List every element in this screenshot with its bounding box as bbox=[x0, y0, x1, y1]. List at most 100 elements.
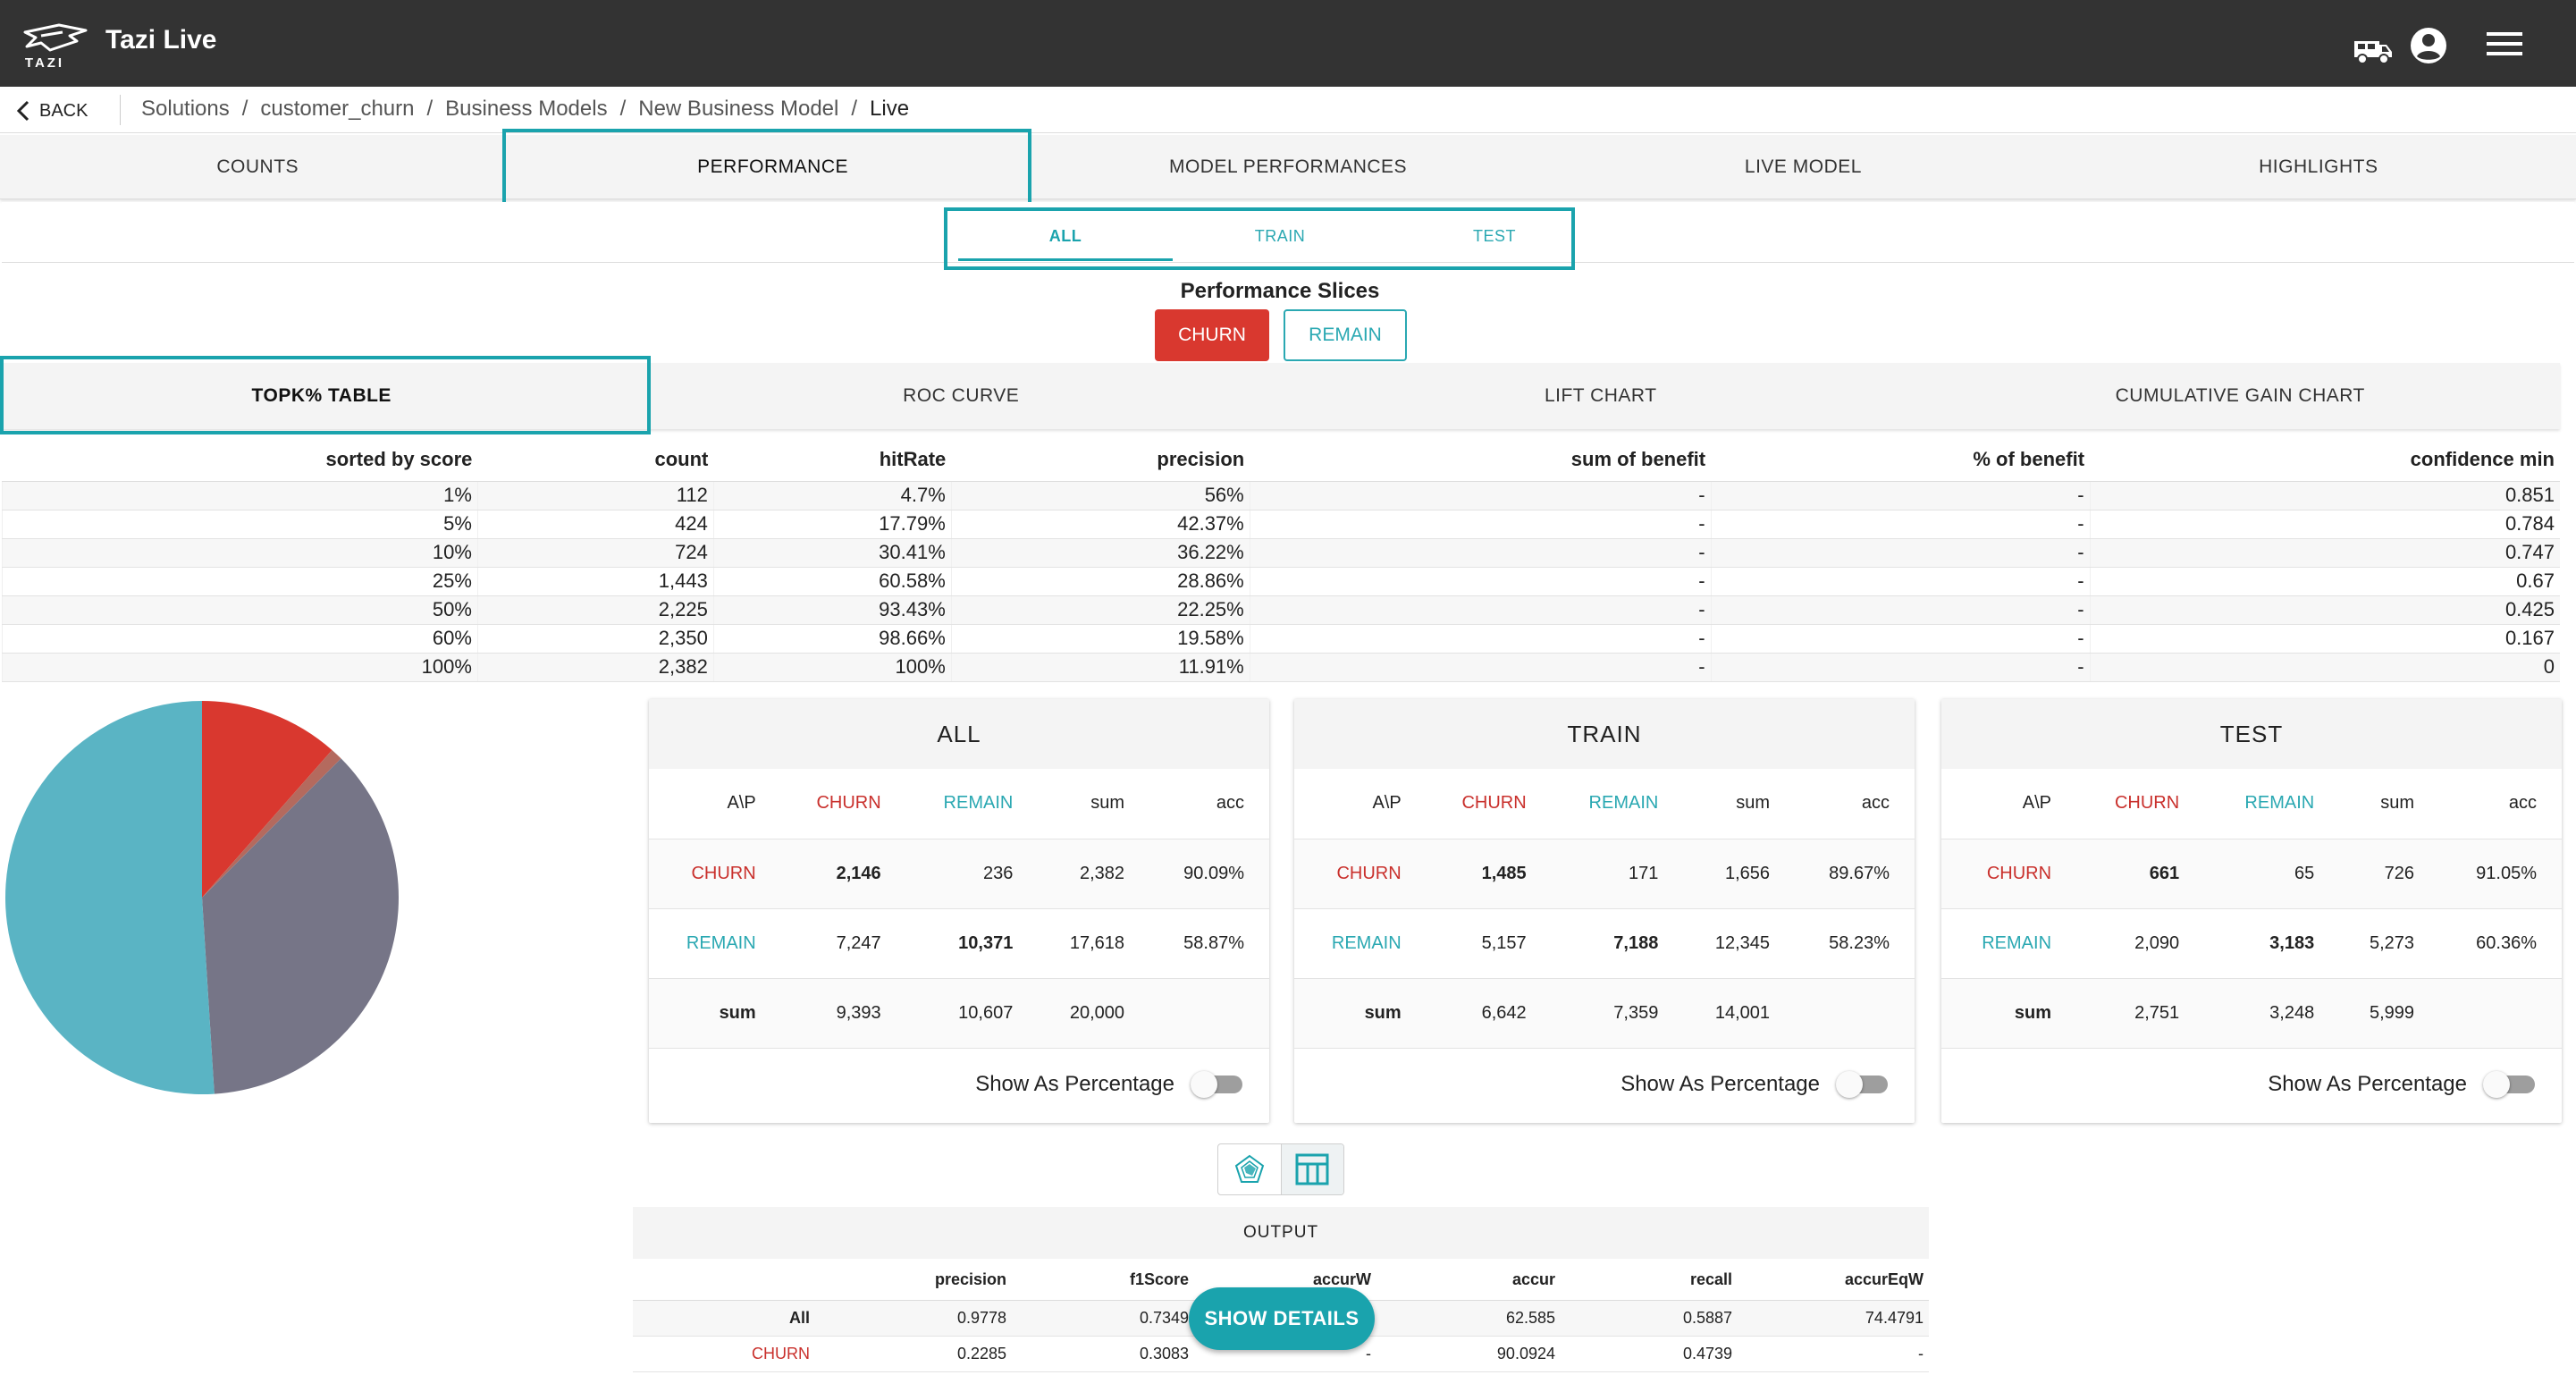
table-row: CHURN 661 65 726 91.05% bbox=[1941, 839, 2562, 909]
column-header[interactable]: % of benefit bbox=[1711, 438, 2091, 482]
breadcrumb-separator: / bbox=[241, 97, 248, 121]
breadcrumb-separator: / bbox=[851, 97, 858, 121]
row-label: All bbox=[633, 1300, 815, 1337]
table-cell: 60.58% bbox=[712, 567, 952, 596]
column-header[interactable]: precision bbox=[951, 438, 1250, 482]
table-cell: 90.09% bbox=[1149, 839, 1269, 909]
table-cell: 60% bbox=[2, 624, 478, 654]
table-cell: 98.66% bbox=[712, 624, 952, 654]
column-header: acc bbox=[2439, 769, 2562, 839]
card-title: ALL bbox=[649, 699, 1269, 769]
table-cell: 0.3083 bbox=[1012, 1336, 1194, 1372]
column-header: sum bbox=[1683, 769, 1796, 839]
table-cell: 17.79% bbox=[712, 510, 952, 539]
subtab-test[interactable]: TEST bbox=[1387, 211, 1602, 261]
table-cell: 10% bbox=[2, 538, 478, 568]
column-header: REMAIN bbox=[2204, 769, 2340, 839]
table-cell: 7,359 bbox=[1551, 978, 1684, 1049]
performance-slices-title: Performance Slices bbox=[1180, 279, 1380, 303]
radar-chart-icon[interactable] bbox=[1218, 1144, 1281, 1194]
column-header: A\P bbox=[649, 769, 781, 839]
table-cell: - bbox=[1710, 624, 2091, 654]
table-cell: 0.784 bbox=[2089, 510, 2560, 539]
show-as-percentage-toggle[interactable] bbox=[1836, 1070, 1888, 1098]
tab-lift-chart[interactable]: LIFT CHART bbox=[1281, 363, 1921, 429]
row-label: REMAIN bbox=[649, 908, 781, 979]
table-cell: 36.22% bbox=[950, 538, 1250, 568]
table-cell: 89.67% bbox=[1795, 839, 1915, 909]
tab-topk-table[interactable]: TOPK% TABLE bbox=[2, 363, 642, 429]
show-as-percentage-toggle[interactable] bbox=[2483, 1070, 2535, 1098]
tab-model-performances[interactable]: MODEL PERFORMANCES bbox=[1031, 135, 1545, 198]
table-cell: 11.91% bbox=[950, 653, 1250, 682]
table-cell: - bbox=[1249, 567, 1712, 596]
van-icon[interactable] bbox=[2353, 36, 2394, 69]
show-details-button[interactable]: SHOW DETAILS bbox=[1189, 1287, 1375, 1350]
table-cell: 42.37% bbox=[950, 510, 1250, 539]
back-label: BACK bbox=[39, 100, 88, 121]
table-cell bbox=[1149, 978, 1269, 1049]
table-cell: 93.43% bbox=[712, 595, 952, 625]
table-cell: 0.167 bbox=[2089, 624, 2560, 654]
pie-slice-remain[interactable] bbox=[4, 701, 215, 1094]
table-cell: 0.9778 bbox=[815, 1300, 1012, 1337]
table-icon[interactable] bbox=[1280, 1144, 1343, 1194]
breadcrumb-item-solutions[interactable]: Solutions bbox=[141, 97, 230, 122]
table-cell: - bbox=[1249, 653, 1712, 682]
table-cell: 30.41% bbox=[712, 538, 952, 568]
table-cell: 0.67 bbox=[2089, 567, 2560, 596]
table-cell: 0.4739 bbox=[1561, 1336, 1738, 1372]
show-as-percentage-toggle[interactable] bbox=[1191, 1070, 1242, 1098]
table-cell: 2,382 bbox=[476, 653, 714, 682]
churn-slice-button[interactable]: CHURN bbox=[1155, 309, 1269, 361]
tab-roc-curve[interactable]: ROC CURVE bbox=[642, 363, 1282, 429]
table-cell: 1,485 bbox=[1426, 839, 1552, 909]
breadcrumb-separator: / bbox=[426, 97, 434, 121]
column-header[interactable]: sorted by score bbox=[2, 438, 478, 482]
confusion-matrix: A\P CHURN REMAIN sum acc CHURN 1,485 171… bbox=[1294, 769, 1915, 1049]
account-icon[interactable] bbox=[2410, 27, 2447, 69]
tab-performance[interactable]: PERFORMANCE bbox=[515, 135, 1030, 198]
tab-counts[interactable]: COUNTS bbox=[0, 135, 515, 198]
breadcrumb-item-new-business-model[interactable]: New Business Model bbox=[638, 97, 838, 122]
tab-cumulative-gain-chart[interactable]: CUMULATIVE GAIN CHART bbox=[1921, 363, 2561, 429]
table-cell: - bbox=[1249, 510, 1712, 539]
column-header: CHURN bbox=[2076, 769, 2205, 839]
table-cell: 1,443 bbox=[476, 567, 714, 596]
table-cell: 50% bbox=[2, 595, 478, 625]
table-header-row: sorted by score count hitRate precision … bbox=[2, 438, 2560, 482]
table-cell: - bbox=[1710, 595, 2091, 625]
logo-text: TAZI bbox=[24, 55, 65, 71]
breadcrumb-item-customer-churn[interactable]: customer_churn bbox=[260, 97, 414, 122]
column-header[interactable]: hitRate bbox=[713, 438, 952, 482]
subtab-train[interactable]: TRAIN bbox=[1173, 211, 1387, 261]
table-cell: 0.425 bbox=[2089, 595, 2560, 625]
column-header[interactable]: confidence min bbox=[2090, 438, 2560, 482]
table-row: CHURN 2,146 236 2,382 90.09% bbox=[649, 839, 1269, 909]
menu-icon[interactable] bbox=[2487, 30, 2522, 62]
table-row: 60% 2,350 98.66% 19.58% - -0.167 bbox=[2, 624, 2560, 654]
column-header: acc bbox=[1149, 769, 1269, 839]
table-cell: - bbox=[1249, 624, 1712, 654]
column-header: A\P bbox=[1294, 769, 1427, 839]
back-button[interactable]: BACK bbox=[16, 97, 88, 125]
confusion-card-train: TRAIN A\P CHURN REMAIN sum acc CHURN 1,4… bbox=[1294, 699, 1915, 1123]
row-label: sum bbox=[1294, 978, 1427, 1049]
column-header[interactable]: count bbox=[477, 438, 714, 482]
subtab-all[interactable]: ALL bbox=[958, 211, 1173, 261]
column-header: recall bbox=[1561, 1261, 1738, 1301]
table-cell: 58.23% bbox=[1795, 908, 1915, 979]
column-header[interactable]: sum of benefit bbox=[1250, 438, 1712, 482]
remain-slice-button[interactable]: REMAIN bbox=[1284, 309, 1407, 361]
table-cell: 2,350 bbox=[476, 624, 714, 654]
tab-live-model[interactable]: LIVE MODEL bbox=[1545, 135, 2060, 198]
table-row: REMAIN 7,247 10,371 17,618 58.87% bbox=[649, 908, 1269, 979]
percentage-toggle-row: Show As Percentage bbox=[1941, 1049, 2562, 1120]
table-cell: 7,247 bbox=[780, 908, 906, 979]
chevron-left-icon bbox=[16, 100, 29, 122]
table-row: 100% 2,382 100% 11.91% - -0 bbox=[2, 653, 2560, 682]
table-row: 10% 724 30.41% 36.22% - -0.747 bbox=[2, 538, 2560, 568]
table-cell: 2,382 bbox=[1038, 839, 1150, 909]
breadcrumb-item-business-models[interactable]: Business Models bbox=[445, 97, 607, 122]
tab-highlights[interactable]: HIGHLIGHTS bbox=[2061, 135, 2576, 198]
